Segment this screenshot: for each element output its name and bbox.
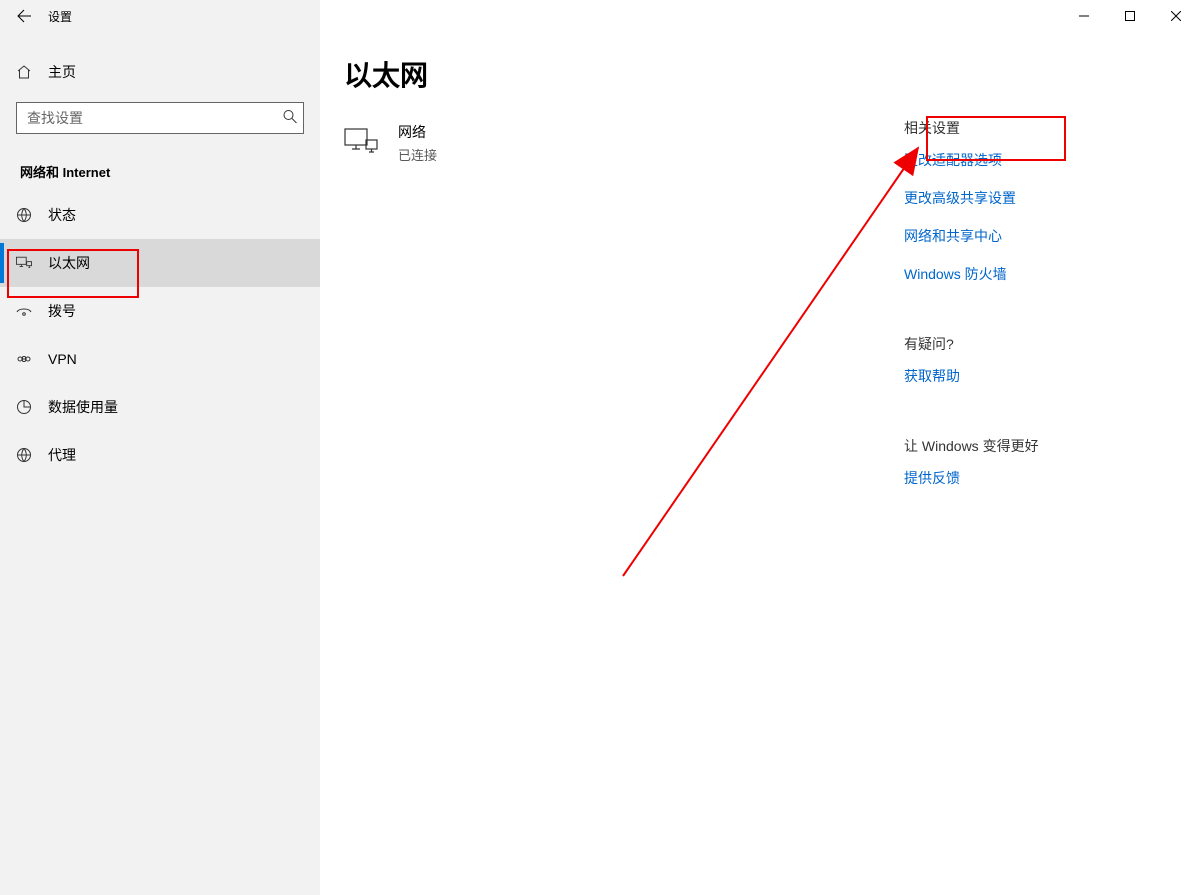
- minimize-button[interactable]: [1061, 0, 1107, 32]
- sidebar-item-label: VPN: [48, 351, 77, 367]
- sidebar-item-label: 数据使用量: [48, 397, 118, 417]
- link-adapter-options[interactable]: 更改适配器选项: [904, 150, 1164, 170]
- sidebar-section-label: 网络和 Internet: [20, 162, 320, 181]
- back-button[interactable]: [0, 0, 48, 32]
- network-name: 网络: [398, 122, 437, 142]
- sidebar-item-label: 拨号: [48, 301, 76, 321]
- maximize-button[interactable]: [1107, 0, 1153, 32]
- link-advanced-sharing[interactable]: 更改高级共享设置: [904, 188, 1164, 208]
- ethernet-icon: [16, 256, 32, 270]
- link-get-help[interactable]: 获取帮助: [904, 366, 1164, 386]
- home-icon: [16, 64, 32, 80]
- proxy-icon: [16, 447, 32, 463]
- related-panel: 相关设置 更改适配器选项 更改高级共享设置 网络和共享中心 Windows 防火…: [904, 54, 1164, 895]
- sidebar-item-status[interactable]: 状态: [0, 191, 320, 239]
- network-entry[interactable]: 网络 已连接: [344, 122, 904, 164]
- link-network-sharing-center[interactable]: 网络和共享中心: [904, 226, 1164, 246]
- related-settings-title: 相关设置: [904, 118, 1164, 138]
- home-button[interactable]: 主页: [0, 50, 320, 94]
- search-icon: [282, 109, 298, 128]
- search-input[interactable]: [16, 102, 304, 134]
- page-title: 以太网: [344, 54, 904, 94]
- questions-title: 有疑问?: [904, 334, 1164, 354]
- sidebar: 主页 网络和 Internet 状态: [0, 32, 320, 895]
- main-content: 以太网 网络 已连接: [320, 32, 1199, 895]
- network-status: 已连接: [398, 145, 437, 164]
- sidebar-item-ethernet[interactable]: 以太网: [0, 239, 320, 287]
- monitor-icon: [344, 128, 378, 159]
- titlebar: 设置: [0, 0, 1199, 32]
- app-title: 设置: [48, 7, 72, 25]
- link-feedback[interactable]: 提供反馈: [904, 468, 1164, 488]
- sidebar-item-label: 以太网: [48, 253, 90, 273]
- globe-icon: [16, 207, 32, 223]
- sidebar-item-proxy[interactable]: 代理: [0, 431, 320, 479]
- data-usage-icon: [16, 399, 32, 415]
- sidebar-item-datausage[interactable]: 数据使用量: [0, 383, 320, 431]
- improve-title: 让 Windows 变得更好: [904, 436, 1164, 456]
- sidebar-item-vpn[interactable]: VPN: [0, 335, 320, 383]
- vpn-icon: [16, 353, 32, 365]
- sidebar-item-label: 状态: [48, 205, 76, 225]
- dialup-icon: [16, 305, 32, 317]
- home-label: 主页: [48, 62, 76, 82]
- sidebar-item-dialup[interactable]: 拨号: [0, 287, 320, 335]
- link-windows-firewall[interactable]: Windows 防火墙: [904, 264, 1164, 284]
- close-button[interactable]: [1153, 0, 1199, 32]
- sidebar-item-label: 代理: [48, 445, 76, 465]
